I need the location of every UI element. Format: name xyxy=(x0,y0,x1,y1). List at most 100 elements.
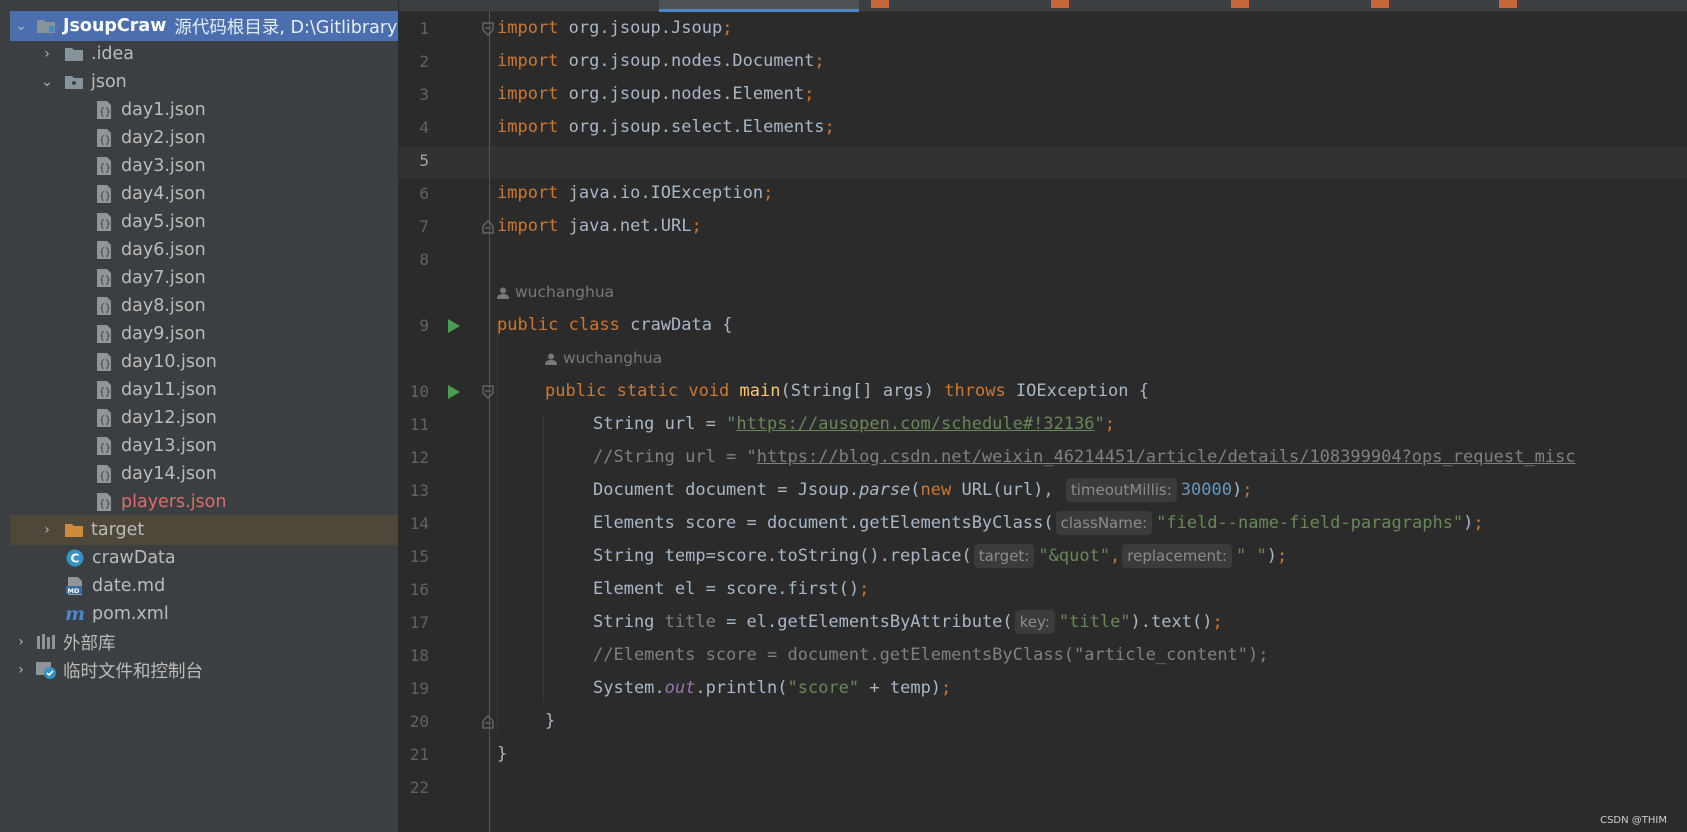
code-line[interactable]: 19 System.out.println("score" + temp); xyxy=(399,672,1687,705)
code-line[interactable]: 21 } xyxy=(399,738,1687,771)
tree-item-file[interactable]: {} day10.json xyxy=(10,347,398,377)
code-line[interactable]: 12 //String url = "https://blog.csdn.net… xyxy=(399,441,1687,474)
tree-item-file[interactable]: {} day13.json xyxy=(10,431,398,461)
code-line[interactable]: 13 Document document = Jsoup.parse(new U… xyxy=(399,474,1687,507)
fold-icon[interactable] xyxy=(482,375,496,408)
code-line[interactable]: 2 import org.jsoup.nodes.Document; xyxy=(399,45,1687,78)
tree-item-pom-xml[interactable]: m pom.xml xyxy=(10,599,398,629)
code-line[interactable]: 16 Element el = score.first(); xyxy=(399,573,1687,606)
code-token: ; xyxy=(824,117,835,137)
scratches-icon xyxy=(35,660,57,680)
tree-item-file[interactable]: {} day4.json xyxy=(10,179,398,209)
tab-java-icon[interactable] xyxy=(871,0,889,8)
run-icon[interactable] xyxy=(447,309,463,342)
tree-item-file[interactable]: {} day11.json xyxy=(10,375,398,405)
line-number: 14 xyxy=(409,514,429,533)
parameter-hint: target: xyxy=(973,544,1035,568)
svg-text:{}: {} xyxy=(99,387,111,398)
svg-text:{}: {} xyxy=(99,331,111,342)
code-line[interactable]: 11 String url = "https://ausopen.com/sch… xyxy=(399,408,1687,441)
parameter-hint: replacement: xyxy=(1122,544,1232,568)
code-line[interactable]: 7 import java.net.URL; xyxy=(399,210,1687,243)
code-line[interactable]: 5 xyxy=(399,144,1687,177)
tree-item-file[interactable]: {} day9.json xyxy=(10,319,398,349)
line-number: 17 xyxy=(409,613,429,632)
chevron-down-icon[interactable]: ⌄ xyxy=(39,74,55,90)
code-line[interactable]: 3 import org.jsoup.nodes.Element; xyxy=(399,78,1687,111)
code-line[interactable]: 22 xyxy=(399,771,1687,804)
tree-item-file[interactable]: {} day5.json xyxy=(10,207,398,237)
author-inlay-hint[interactable]: wuchanghua xyxy=(497,276,614,309)
tree-item-label: day2.json xyxy=(121,128,206,148)
code-line[interactable]: 8 xyxy=(399,243,1687,276)
project-path: 源代码根目录, D:\Gitlibrary xyxy=(174,17,398,38)
code-token: String xyxy=(593,612,665,632)
tree-item-file[interactable]: {} players.json xyxy=(10,487,398,517)
code-line[interactable]: 18 //Elements score = document.getElemen… xyxy=(399,639,1687,672)
tree-root-jsoupcraw[interactable]: ⌄ JsoupCraw 源代码根目录, D:\Gitlibrary xyxy=(10,11,398,41)
code-token: ; xyxy=(941,678,952,698)
tree-item-file[interactable]: {} day14.json xyxy=(10,459,398,489)
tree-item-idea[interactable]: › .idea xyxy=(10,39,398,69)
code-token: ; xyxy=(1104,414,1116,434)
maven-icon: m xyxy=(64,604,86,624)
code-line[interactable]: 9 public class crawData { xyxy=(399,309,1687,342)
run-icon[interactable] xyxy=(447,375,463,408)
svg-text:MD: MD xyxy=(68,587,80,595)
tab-active[interactable] xyxy=(659,0,859,12)
code-line[interactable]: 14 Elements score = document.getElements… xyxy=(399,507,1687,540)
svg-text:{}: {} xyxy=(99,443,111,454)
code-token: IOException { xyxy=(1005,381,1149,401)
tree-item-file[interactable]: {} day12.json xyxy=(10,403,398,433)
tree-item-external-libraries[interactable]: › 外部库 xyxy=(10,627,398,657)
tab-java-icon[interactable] xyxy=(1231,0,1249,8)
chevron-right-icon[interactable]: › xyxy=(39,522,55,538)
tree-item-file[interactable]: {} day1.json xyxy=(10,95,398,125)
line-number: 2 xyxy=(419,52,429,71)
code-comment: //Elements score = document.getElementsB… xyxy=(593,645,1269,665)
code-line[interactable]: 4 import org.jsoup.select.Elements; xyxy=(399,111,1687,144)
line-number: 22 xyxy=(409,778,429,797)
tree-item-scratches[interactable]: › 临时文件和控制台 xyxy=(10,655,398,685)
code-editor[interactable]: 1 import org.jsoup.Jsoup; 2 import org.j… xyxy=(399,0,1687,832)
code-line[interactable]: 10 public static void main(String[] args… xyxy=(399,375,1687,408)
code-line[interactable]: 17 String title = el.getElementsByAttrib… xyxy=(399,606,1687,639)
code-link[interactable]: https://ausopen.com/schedule#!32136 xyxy=(736,414,1094,434)
fold-icon[interactable] xyxy=(482,12,496,45)
code-line[interactable]: 1 import org.jsoup.Jsoup; xyxy=(399,12,1687,45)
chevron-right-icon[interactable]: › xyxy=(13,662,29,678)
fold-end-icon[interactable] xyxy=(482,705,496,738)
java-class-icon: C xyxy=(64,548,86,568)
tree-item-file[interactable]: {} day6.json xyxy=(10,235,398,265)
editor-tab-bar[interactable] xyxy=(399,0,1687,12)
code-line[interactable]: 15 String temp=score.toString().replace(… xyxy=(399,540,1687,573)
fold-end-icon[interactable] xyxy=(482,210,496,243)
tree-item-crawdata[interactable]: C crawData xyxy=(10,543,398,573)
tab-java-icon[interactable] xyxy=(1051,0,1069,8)
tree-item-file[interactable]: {} day8.json xyxy=(10,291,398,321)
tree-item-label: 临时文件和控制台 xyxy=(63,661,203,682)
tree-item-label: day1.json xyxy=(121,100,206,120)
tree-item-file[interactable]: {} day3.json xyxy=(10,151,398,181)
tree-item-json-folder[interactable]: ⌄ json xyxy=(10,67,398,97)
code-link[interactable]: https://blog.csdn.net/weixin_46214451/ar… xyxy=(757,447,1576,467)
chevron-right-icon[interactable]: › xyxy=(39,46,55,62)
chevron-right-icon[interactable]: › xyxy=(13,634,29,650)
tab-java-icon[interactable] xyxy=(1499,0,1517,8)
tree-item-file[interactable]: {} day7.json xyxy=(10,263,398,293)
code-token: ; xyxy=(814,51,825,71)
tree-item-target-folder[interactable]: › target xyxy=(10,515,398,545)
tree-item-label: players.json xyxy=(121,492,227,512)
json-file-icon: {} xyxy=(93,436,115,456)
code-line[interactable]: 20 } xyxy=(399,705,1687,738)
chevron-down-icon[interactable]: ⌄ xyxy=(13,18,29,34)
person-icon xyxy=(497,287,509,299)
code-token: ; xyxy=(691,216,702,236)
code-token: void xyxy=(688,381,730,401)
code-line[interactable]: 6 import java.io.IOException; xyxy=(399,177,1687,210)
author-inlay-hint[interactable]: wuchanghua xyxy=(545,342,662,375)
svg-text:C: C xyxy=(71,552,80,566)
tree-item-file[interactable]: {} day2.json xyxy=(10,123,398,153)
tab-java-icon[interactable] xyxy=(1371,0,1389,8)
tree-item-date-md[interactable]: MD date.md xyxy=(10,571,398,601)
